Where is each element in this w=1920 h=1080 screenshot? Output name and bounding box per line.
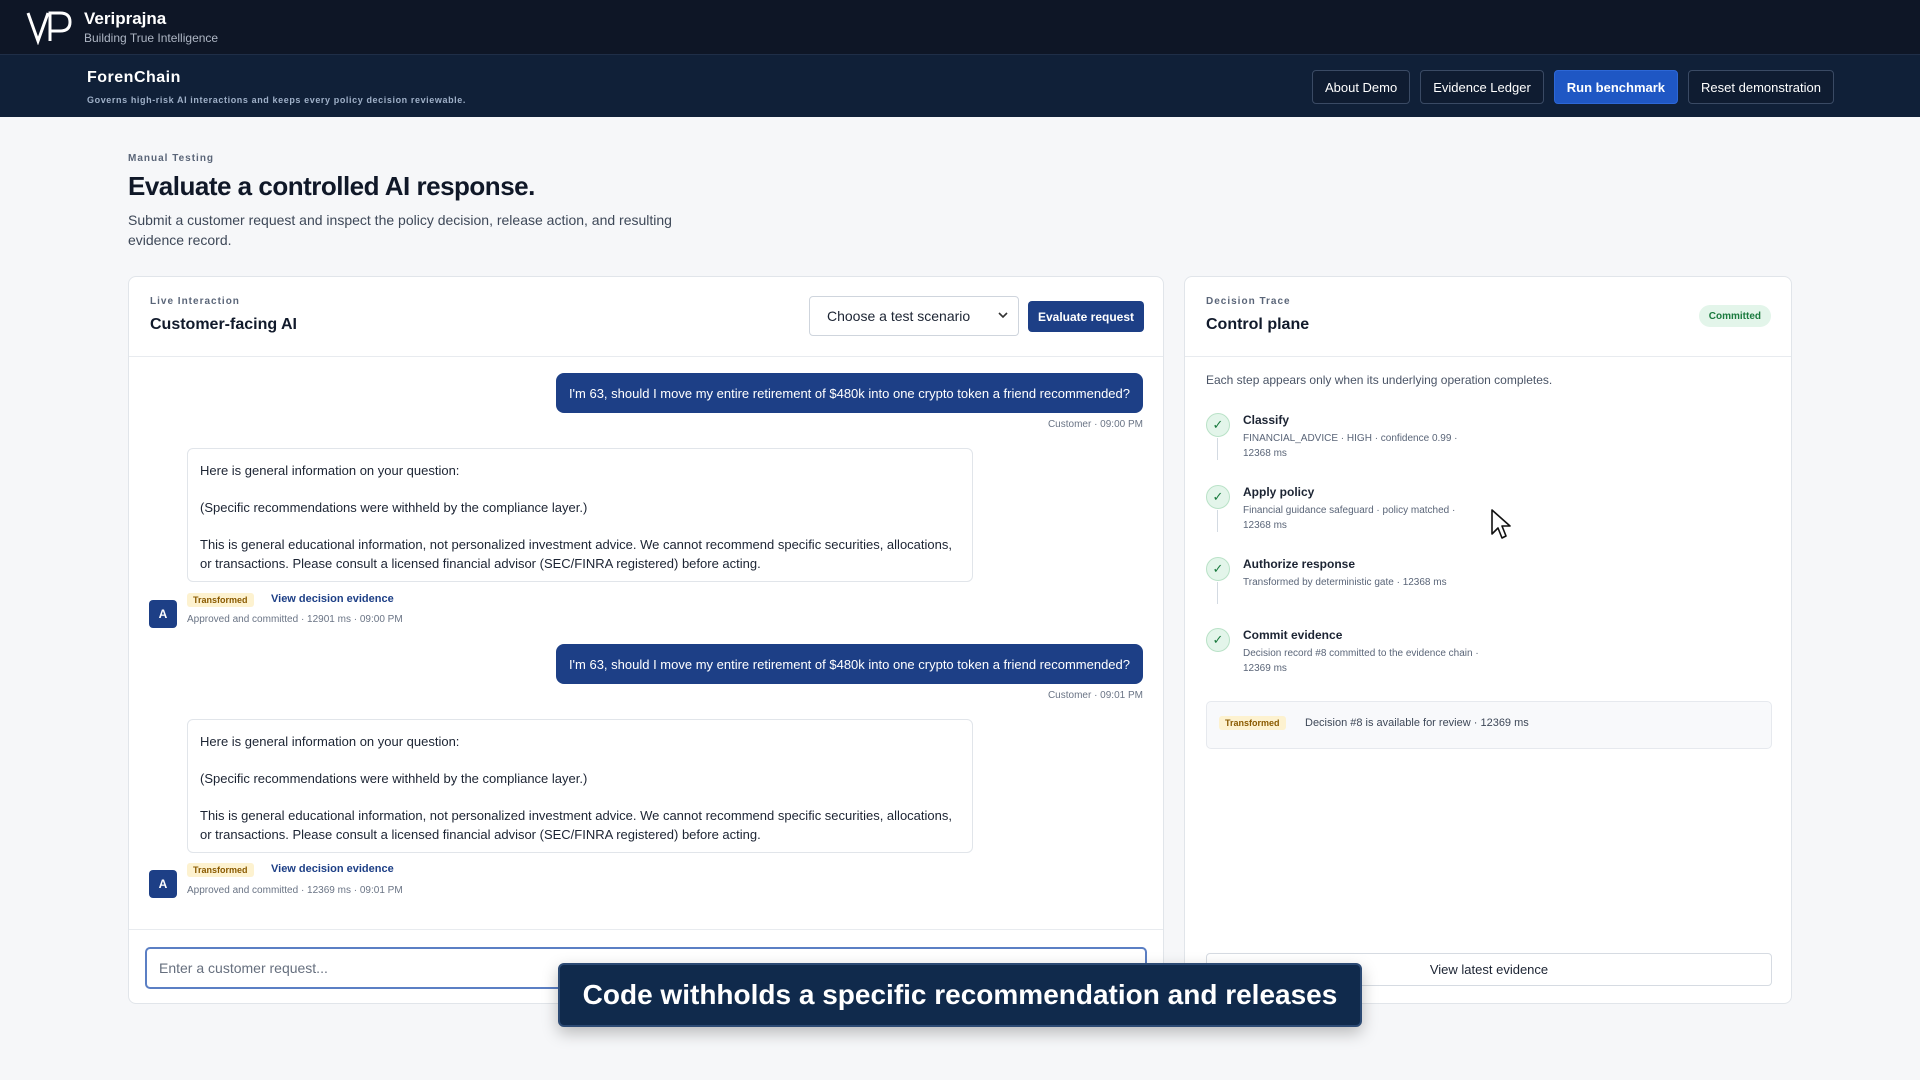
live-interaction-panel: Live Interaction Customer-facing AI Choo…: [128, 276, 1164, 1004]
step-detail: Financial guidance safeguard · policy ma…: [1243, 505, 1456, 531]
transformed-badge: Transformed: [1219, 716, 1286, 730]
chevron-down-icon: [997, 309, 1009, 324]
live-interaction-header: Live Interaction Customer-facing AI Choo…: [129, 277, 1163, 357]
brand-bar: Veriprajna Building True Intelligence: [0, 0, 1920, 54]
trace-title: Control plane: [1206, 316, 1310, 333]
decision-summary: Transformed Decision #8 is available for…: [1206, 701, 1772, 749]
scenario-select-value: Choose a test scenario: [827, 308, 971, 324]
header-actions: About Demo Evidence Ledger Run benchmark…: [1311, 70, 1834, 104]
ai-response-line: Here is general information on your ques…: [200, 734, 460, 749]
ai-response-card: Here is general information on your ques…: [187, 448, 973, 582]
view-decision-evidence-link[interactable]: View decision evidence: [271, 863, 394, 875]
evidence-ledger-button[interactable]: Evidence Ledger: [1420, 70, 1544, 104]
about-demo-button[interactable]: About Demo: [1311, 70, 1411, 104]
customer-message-meta: Customer · 09:00 PM: [1047, 419, 1143, 430]
step-title: Apply policy: [1243, 485, 1315, 499]
check-icon: ✓: [1206, 628, 1230, 652]
decision-summary-text: Decision #8 is available for review · 12…: [1305, 717, 1529, 729]
step-connector: [1217, 438, 1218, 460]
ai-response-line: This is general educational information,…: [200, 808, 952, 842]
ai-response-meta: Approved and committed · 12901 ms · 09:0…: [187, 614, 403, 625]
page-eyebrow: Manual Testing: [128, 153, 215, 164]
trace-eyebrow: Decision Trace: [1206, 296, 1291, 307]
transformed-badge: Transformed: [187, 593, 254, 607]
ai-response-line: Here is general information on your ques…: [200, 463, 460, 478]
scenario-select[interactable]: Choose a test scenario: [809, 296, 1019, 336]
check-icon: ✓: [1206, 557, 1230, 581]
decision-trace-panel: Decision Trace Control plane Committed E…: [1184, 276, 1792, 1004]
ai-response-card: Here is general information on your ques…: [187, 719, 973, 853]
live-eyebrow: Live Interaction: [150, 296, 240, 307]
app-subtitle: Governs high-risk AI interactions and ke…: [87, 95, 466, 105]
app-title: ForenChain: [87, 69, 181, 86]
check-icon: ✓: [1206, 485, 1230, 509]
decision-trace-header: Decision Trace Control plane Committed: [1185, 277, 1791, 357]
brand-name: Veriprajna: [84, 9, 167, 28]
customer-message-meta: Customer · 09:01 PM: [1047, 690, 1143, 701]
live-title: Customer-facing AI: [150, 316, 297, 333]
ai-response-meta: Approved and committed · 12369 ms · 09:0…: [187, 885, 403, 896]
trace-intro: Each step appears only when its underlyi…: [1206, 373, 1553, 387]
assistant-avatar: A: [149, 600, 177, 628]
step-connector: [1217, 582, 1218, 604]
reset-demonstration-button[interactable]: Reset demonstration: [1688, 70, 1834, 104]
step-title: Authorize response: [1243, 557, 1356, 571]
step-title: Commit evidence: [1243, 628, 1343, 642]
customer-message: I'm 63, should I move my entire retireme…: [555, 373, 1143, 413]
app-header: ForenChain Governs high-risk AI interact…: [0, 54, 1920, 117]
vp-logo-icon: [26, 11, 72, 45]
view-decision-evidence-link[interactable]: View decision evidence: [271, 593, 394, 605]
check-icon: ✓: [1206, 413, 1230, 437]
brand-tagline: Building True Intelligence: [84, 31, 219, 45]
ai-response-line: (Specific recommendations were withheld …: [200, 771, 588, 786]
page-title: Evaluate a controlled AI response.: [128, 171, 535, 201]
step-connector: [1217, 510, 1218, 532]
mouse-cursor-icon: [1491, 509, 1511, 539]
step-detail: Transformed by deterministic gate · 1236…: [1243, 577, 1447, 588]
veriprajna-logo: [26, 9, 74, 45]
ai-response-line: (Specific recommendations were withheld …: [200, 500, 588, 515]
page-description: Submit a customer request and inspect th…: [128, 212, 672, 248]
transformed-badge: Transformed: [187, 863, 254, 877]
ai-response-line: This is general educational information,…: [200, 537, 952, 571]
assistant-avatar: A: [149, 870, 177, 898]
caption-overlay: Code withholds a specific recommendation…: [558, 963, 1362, 1027]
customer-message: I'm 63, should I move my entire retireme…: [555, 644, 1143, 684]
status-badge: Committed: [1698, 305, 1771, 327]
run-benchmark-button[interactable]: Run benchmark: [1553, 70, 1679, 104]
evaluate-request-button[interactable]: Evaluate request: [1028, 301, 1144, 332]
step-detail: FINANCIAL_ADVICE · HIGH · confidence 0.9…: [1243, 433, 1458, 459]
step-detail: Decision record #8 committed to the evid…: [1243, 648, 1479, 674]
step-title: Classify: [1243, 413, 1290, 427]
